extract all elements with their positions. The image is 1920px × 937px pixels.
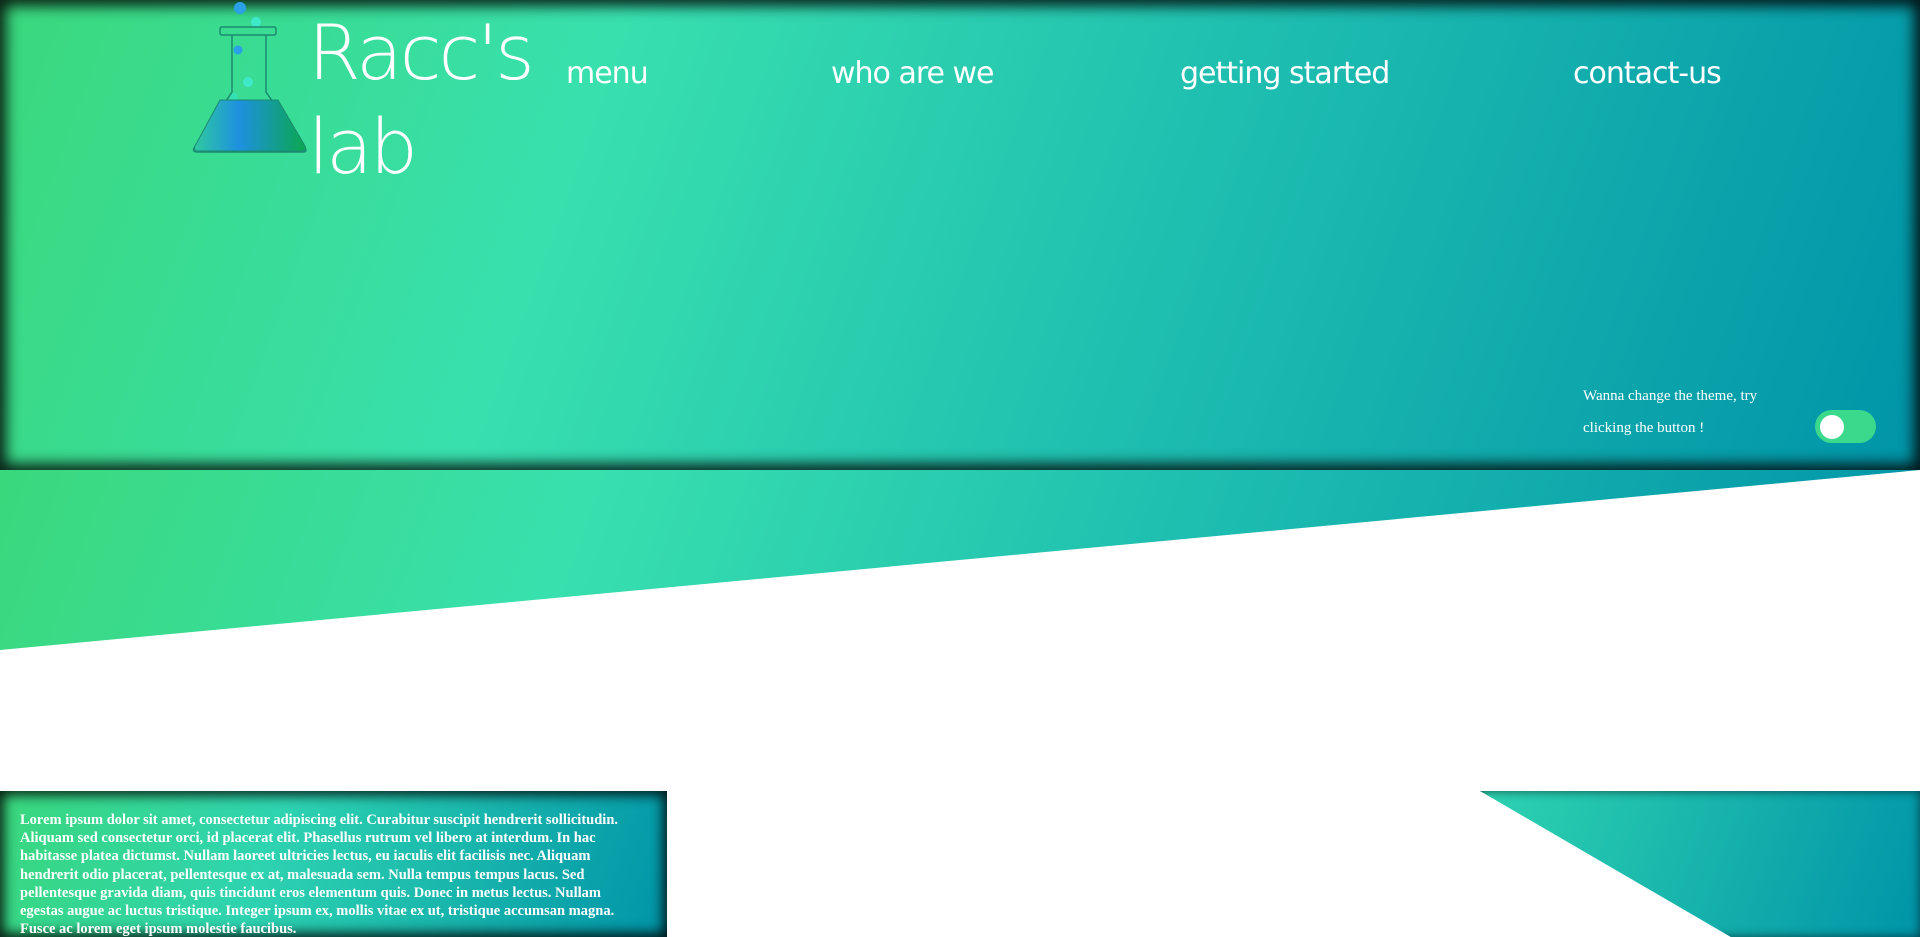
brand-name-line2: lab bbox=[308, 102, 418, 191]
decorative-corner-shape bbox=[1480, 791, 1920, 937]
nav-who-are-we-link[interactable]: who are we bbox=[831, 56, 994, 91]
site-header: Racc's lab menu who are we getting start… bbox=[0, 0, 1920, 470]
theme-hint-text: Wanna change the theme, try clicking the… bbox=[1583, 388, 1758, 436]
nav-menu-link[interactable]: menu bbox=[566, 56, 649, 91]
theme-toggle-switch[interactable] bbox=[1815, 410, 1876, 443]
nav-getting-started-link[interactable]: getting started bbox=[1180, 56, 1390, 91]
brand-name-line1: Racc's bbox=[308, 8, 535, 97]
toggle-knob bbox=[1820, 415, 1844, 439]
brand-logo[interactable]: Racc's lab bbox=[190, 0, 540, 191]
header-slant bbox=[0, 468, 1920, 650]
nav-contact-us-link[interactable]: contact-us bbox=[1573, 56, 1722, 91]
flask-icon bbox=[192, 2, 307, 153]
lorem-paragraph: Lorem ipsum dolor sit amet, consectetur … bbox=[20, 812, 619, 937]
brand-name: Racc's lab bbox=[308, 6, 568, 194]
content-card: Lorem ipsum dolor sit amet, consectetur … bbox=[0, 791, 667, 937]
